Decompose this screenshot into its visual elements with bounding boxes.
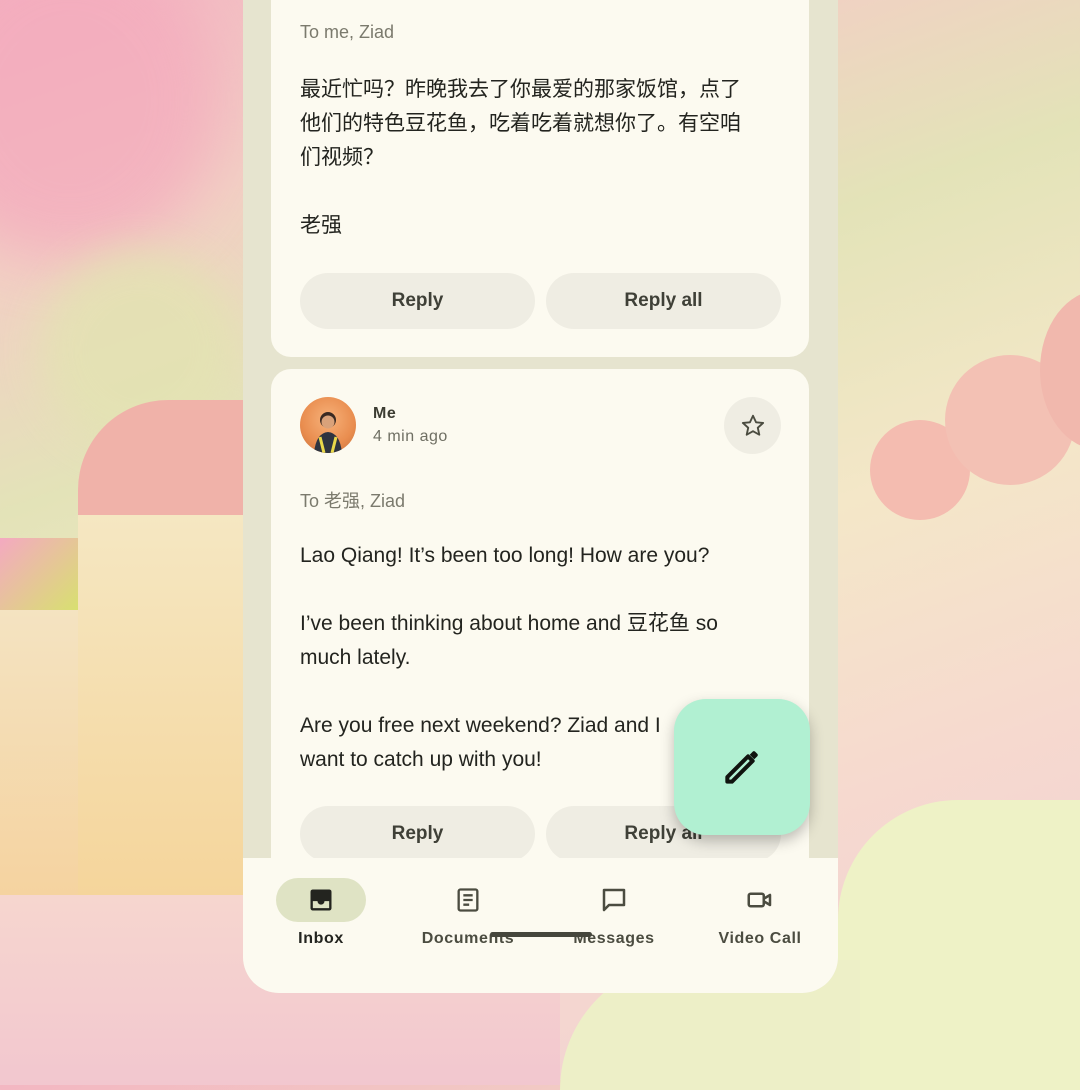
pencil-icon — [725, 751, 758, 784]
nav-item-messages[interactable]: Messages — [544, 858, 684, 958]
phone-screen: To me, Ziad 最近忙吗？昨晚我去了你最爱的那家饭馆，点了 他们的特色豆… — [243, 0, 838, 993]
icon-holder — [715, 878, 805, 922]
document-icon — [457, 888, 479, 912]
timestamp: 4 min ago — [373, 428, 448, 445]
compose-fab[interactable] — [674, 699, 810, 835]
message-icon — [602, 888, 626, 912]
icon-holder — [423, 878, 513, 922]
icon-holder — [569, 878, 659, 922]
email-card-received: To me, Ziad 最近忙吗？昨晚我去了你最爱的那家饭馆，点了 他们的特色豆… — [271, 0, 809, 357]
reply-button[interactable]: Reply — [300, 273, 535, 329]
gesture-handle[interactable] — [490, 932, 592, 937]
nav-label: Inbox — [298, 930, 344, 947]
avatar[interactable] — [300, 397, 356, 453]
recipients-line: To me, Ziad — [300, 22, 395, 42]
star-outline-icon — [741, 414, 764, 436]
nav-item-documents[interactable]: Documents — [398, 858, 538, 958]
inbox-icon — [310, 889, 332, 911]
nav-item-inbox[interactable]: Inbox — [251, 858, 391, 958]
reply-button[interactable]: Reply — [300, 806, 535, 862]
video-call-icon — [747, 892, 772, 908]
sender-name: Me — [373, 405, 397, 422]
email-body: 最近忙吗？昨晚我去了你最爱的那家饭馆，点了 他们的特色豆花鱼，吃着吃着就想你了。… — [300, 78, 741, 237]
bottom-navigation: Inbox Documents Messages Video Call — [243, 858, 838, 993]
star-button[interactable] — [724, 397, 781, 454]
active-indicator — [276, 878, 366, 922]
nav-label: Video Call — [718, 930, 802, 947]
nav-item-video-call[interactable]: Video Call — [690, 858, 830, 958]
recipients-line: To 老强, Ziad — [300, 491, 406, 511]
reply-all-button[interactable]: Reply all — [546, 273, 781, 329]
